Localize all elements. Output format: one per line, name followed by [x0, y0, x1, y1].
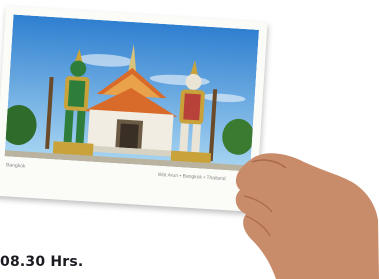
hand	[235, 153, 379, 279]
scene: Bangkok Wat Arun • Bangkok • Thailand 08…	[0, 0, 379, 279]
hand-shape	[235, 153, 379, 279]
time-label: 08.30 Hrs.	[0, 254, 84, 270]
